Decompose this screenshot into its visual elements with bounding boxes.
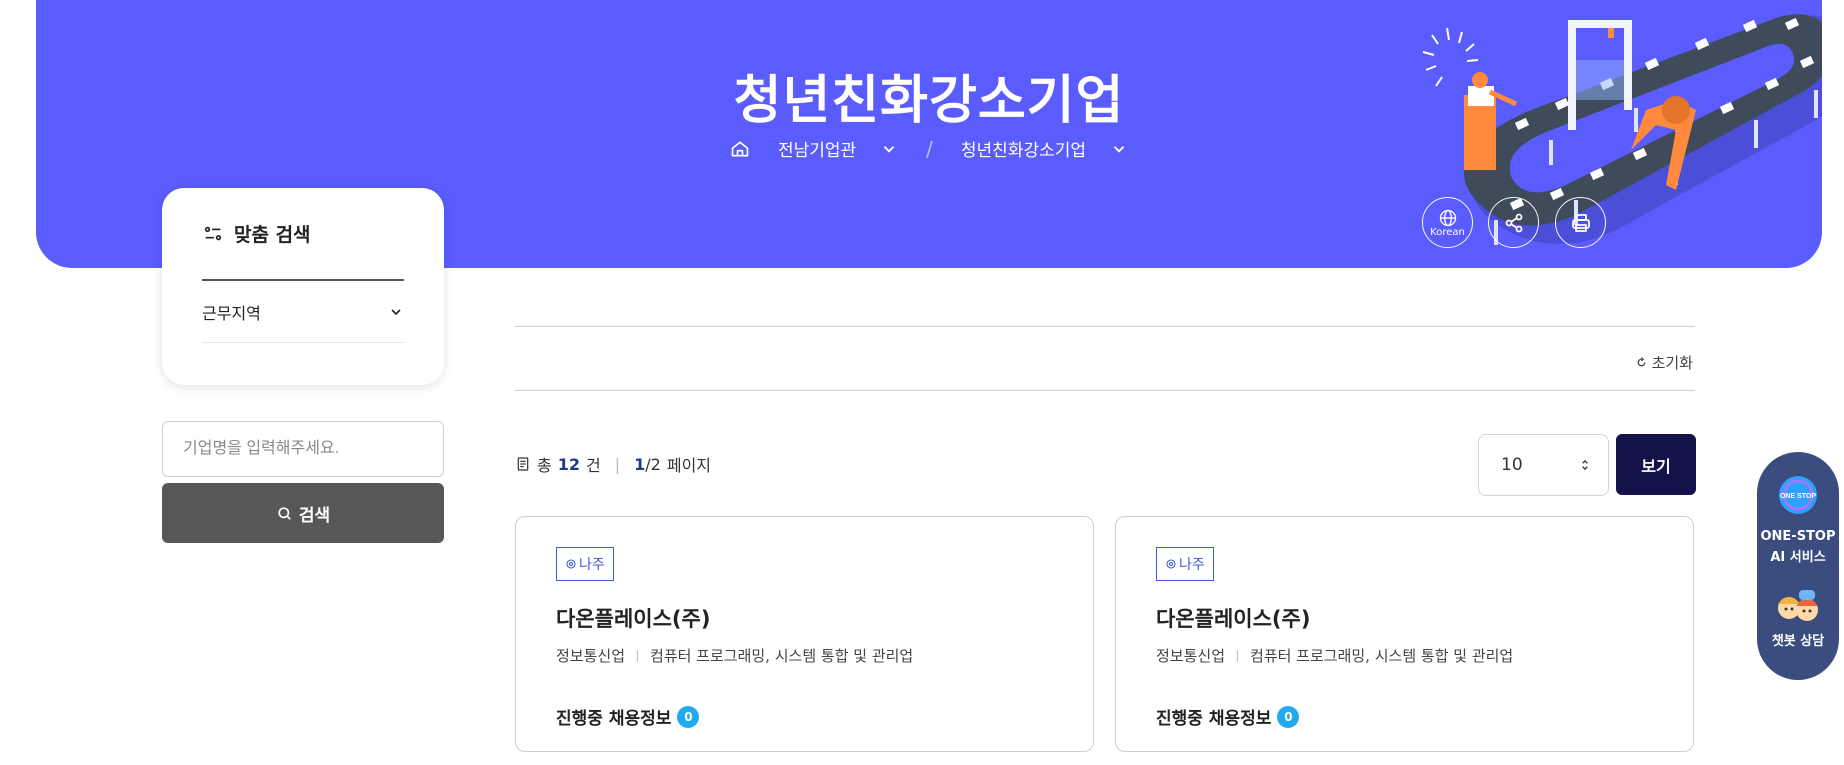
document-list-icon xyxy=(517,457,529,471)
page-size-select[interactable]: 10 xyxy=(1478,434,1609,496)
location-pin-icon xyxy=(566,559,576,569)
divider xyxy=(637,649,639,662)
region-tag: 나주 xyxy=(556,547,614,581)
breadcrumb-separator: / xyxy=(926,136,933,161)
up-down-arrow-icon xyxy=(1582,460,1588,470)
company-card[interactable]: 나주 다온플레이스(주) 정보통신업 컴퓨터 프로그래밍, 시스템 통합 및 관… xyxy=(515,516,1094,752)
company-card[interactable]: 나주 다온플레이스(주) 정보통신업 컴퓨터 프로그래밍, 시스템 통합 및 관… xyxy=(1115,516,1694,752)
share-icon xyxy=(1505,213,1522,232)
page-suffix: 페이지 xyxy=(666,456,712,475)
industry-label: 정보통신업 xyxy=(1156,647,1226,665)
logo-text: ONE STOP xyxy=(1780,493,1816,500)
jobs-count-badge: 0 xyxy=(677,705,700,728)
active-jobs-label: 진행중 채용정보 xyxy=(556,709,672,729)
location-pin-icon xyxy=(1166,559,1176,569)
chevron-down-icon[interactable] xyxy=(1110,140,1128,158)
filter-header: 맞춤 검색 xyxy=(202,188,404,281)
region-tag: 나주 xyxy=(1156,547,1214,581)
company-name[interactable]: 다온플레이스(주) xyxy=(1156,603,1653,633)
service-line-1: ONE-STOP xyxy=(1760,529,1836,544)
total-count: 12 xyxy=(557,454,580,474)
region-label: 나주 xyxy=(579,557,605,573)
count-separator: | xyxy=(614,454,621,474)
active-jobs: 진행중 채용정보 0 xyxy=(1156,704,1653,729)
page-current: 1 xyxy=(634,454,646,474)
active-jobs-label: 진행중 채용정보 xyxy=(1156,709,1272,729)
company-category: 정보통신업 컴퓨터 프로그래밍, 시스템 통합 및 관리업 xyxy=(556,645,1053,666)
refresh-icon xyxy=(1637,357,1645,367)
reset-button[interactable]: 초기화 xyxy=(1635,352,1693,373)
breadcrumb-item-jeonnam[interactable]: 전남기업관 xyxy=(778,136,856,161)
total-prefix: 총 xyxy=(537,456,552,475)
region-label: 나주 xyxy=(1179,557,1205,573)
filter-panel: 맞춤 검색 근무지역 xyxy=(162,188,444,385)
page-size-value: 10 xyxy=(1501,455,1523,475)
chevron-down-icon[interactable] xyxy=(880,140,898,158)
share-button[interactable] xyxy=(1488,197,1539,248)
globe-icon xyxy=(1439,209,1456,226)
industry-detail: 컴퓨터 프로그래밍, 시스템 통합 및 관리업 xyxy=(650,647,914,665)
divider xyxy=(515,326,1695,327)
service-title: ONE-STOP AI 서비스 xyxy=(1760,526,1835,568)
chatbot-characters-icon xyxy=(1778,590,1818,621)
filter-settings-icon xyxy=(204,226,222,240)
total-suffix: 건 xyxy=(586,456,601,475)
company-category: 정보통신업 컴퓨터 프로그래밍, 시스템 통합 및 관리업 xyxy=(1156,645,1653,666)
divider xyxy=(515,390,1695,391)
search-button-label: 검색 xyxy=(298,505,331,526)
chatbot-label: 챗봇 상담 xyxy=(1771,634,1825,649)
filter-row-label: 근무지역 xyxy=(202,303,261,323)
filter-work-region[interactable]: 근무지역 xyxy=(202,281,404,343)
one-stop-logo-icon: ONE STOP xyxy=(1779,476,1817,514)
industry-detail: 컴퓨터 프로그래밍, 시스템 통합 및 관리업 xyxy=(1250,647,1514,665)
home-icon[interactable] xyxy=(730,139,750,159)
active-jobs: 진행중 채용정보 0 xyxy=(556,704,1053,729)
search-button[interactable]: 검색 xyxy=(162,483,444,543)
divider xyxy=(1237,649,1239,662)
print-button[interactable] xyxy=(1555,197,1606,248)
page-total: /2 xyxy=(645,454,661,474)
reset-label: 초기화 xyxy=(1651,354,1693,372)
chevron-down-icon xyxy=(391,308,401,315)
language-button[interactable]: Korean xyxy=(1422,197,1473,248)
view-button[interactable]: 보기 xyxy=(1616,434,1696,495)
language-label: Korean xyxy=(1430,226,1465,238)
company-name[interactable]: 다온플레이스(주) xyxy=(556,603,1053,633)
filter-title: 맞춤 검색 xyxy=(234,224,311,246)
industry-label: 정보통신업 xyxy=(556,647,626,665)
result-count: 총 12 건 | 1 /2 페이지 xyxy=(515,452,711,476)
company-search-input[interactable] xyxy=(162,421,444,477)
one-stop-ai-widget[interactable]: ONE STOP ONE-STOP AI 서비스 챗봇 상담 xyxy=(1757,452,1839,680)
printer-icon xyxy=(1571,213,1590,232)
breadcrumb-item-current[interactable]: 청년친화강소기업 xyxy=(961,136,1086,161)
jobs-count-badge: 0 xyxy=(1277,705,1300,728)
search-icon xyxy=(278,506,291,520)
service-line-2: AI 서비스 xyxy=(1770,550,1826,565)
